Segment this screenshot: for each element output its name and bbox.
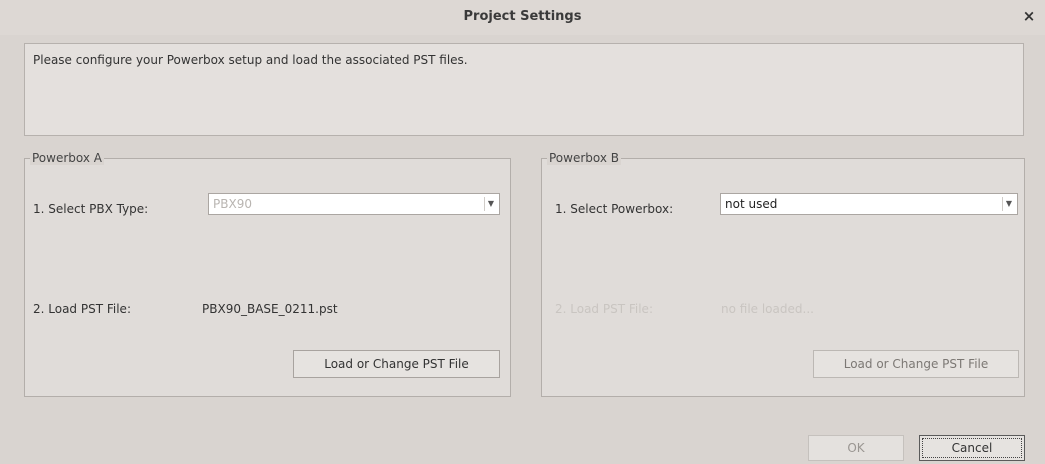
powerbox-b-group: Powerbox B 1. Select Powerbox: not used … xyxy=(541,151,1025,397)
close-icon[interactable]: × xyxy=(1021,7,1037,25)
select-powerbox-label: 1. Select Powerbox: xyxy=(555,202,674,216)
chevron-down-icon[interactable]: ▼ xyxy=(1002,197,1015,211)
powerbox-a-legend: Powerbox A xyxy=(30,151,104,165)
pst-file-name: PBX90_BASE_0211.pst xyxy=(202,302,338,316)
powerbox-b-legend: Powerbox B xyxy=(547,151,622,165)
chevron-down-icon[interactable]: ▼ xyxy=(484,197,497,211)
info-text: Please configure your Powerbox setup and… xyxy=(33,53,468,67)
title-bar: Project Settings × xyxy=(0,0,1045,35)
load-pst-button[interactable]: Load or Change PST File xyxy=(293,350,500,378)
select-pbx-type-label: 1. Select PBX Type: xyxy=(33,202,149,216)
cancel-button[interactable]: Cancel xyxy=(919,435,1025,461)
load-pst-button-disabled[interactable]: Load or Change PST File xyxy=(813,350,1019,378)
pst-file-status: no file loaded... xyxy=(721,302,814,316)
load-pst-label: 2. Load PST File: xyxy=(33,302,131,316)
powerbox-value: not used xyxy=(725,197,778,211)
ok-button[interactable]: OK xyxy=(808,435,904,461)
info-panel: Please configure your Powerbox setup and… xyxy=(24,43,1024,136)
load-pst-label-disabled: 2. Load PST File: xyxy=(555,302,653,316)
powerbox-a-group: Powerbox A 1. Select PBX Type: PBX90 ▼ 2… xyxy=(24,151,511,397)
pbx-type-dropdown[interactable]: PBX90 ▼ xyxy=(208,193,500,215)
pbx-type-value: PBX90 xyxy=(213,197,252,211)
powerbox-dropdown[interactable]: not used ▼ xyxy=(720,193,1018,215)
window-title: Project Settings xyxy=(463,9,582,24)
